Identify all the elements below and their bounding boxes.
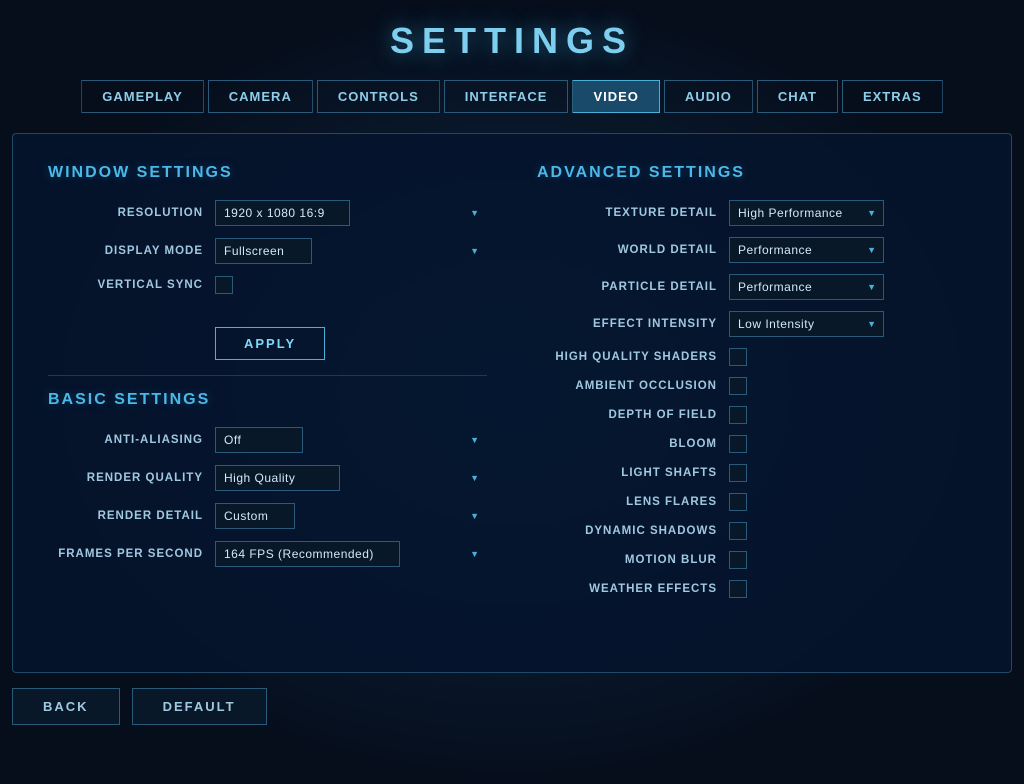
render-detail-dropdown-wrapper: Custom High Medium Low	[215, 503, 487, 529]
tab-chat[interactable]: CHAT	[757, 80, 838, 113]
motion-blur-row: MOTION BLUR	[537, 551, 976, 569]
tab-gameplay[interactable]: GAMEPLAY	[81, 80, 203, 113]
display-mode-dropdown-wrapper: Fullscreen Windowed Borderless	[215, 238, 487, 264]
depth-of-field-checkbox[interactable]	[729, 406, 747, 424]
weather-effects-row: WEATHER EFFECTS	[537, 580, 976, 598]
bloom-label: BLOOM	[537, 438, 717, 450]
anti-aliasing-label: ANTI-ALIASING	[48, 434, 203, 446]
vsync-label: VERTICAL SYNC	[48, 279, 203, 291]
lens-flares-checkbox[interactable]	[729, 493, 747, 511]
light-shafts-checkbox[interactable]	[729, 464, 747, 482]
display-mode-label: DISPLAY MODE	[48, 245, 203, 257]
world-detail-row: WORLD DETAIL Performance High Medium Low	[537, 237, 976, 263]
tab-interface[interactable]: INTERFACE	[444, 80, 569, 113]
window-settings-grid: RESOLUTION 1920 x 1080 16:9 1280 x 720 1…	[48, 200, 487, 294]
tab-video[interactable]: VIDEO	[572, 80, 659, 113]
divider	[48, 375, 487, 376]
world-detail-dropdown-wrapper: Performance High Medium Low	[729, 237, 884, 263]
lens-flares-row: LENS FLARES	[537, 493, 976, 511]
tab-extras[interactable]: EXTRAS	[842, 80, 943, 113]
effect-intensity-select[interactable]: Low Intensity Medium Intensity High Inte…	[729, 311, 884, 337]
resolution-dropdown-wrapper: 1920 x 1080 16:9 1280 x 720 16:9 2560 x …	[215, 200, 487, 226]
lens-flares-label: LENS FLARES	[537, 496, 717, 508]
depth-of-field-label: DEPTH OF FIELD	[537, 409, 717, 421]
texture-detail-dropdown-wrapper: High Performance High Medium Low	[729, 200, 884, 226]
apply-button[interactable]: APPLY	[215, 327, 325, 360]
display-mode-select[interactable]: Fullscreen Windowed Borderless	[215, 238, 312, 264]
texture-detail-select[interactable]: High Performance High Medium Low	[729, 200, 884, 226]
anti-aliasing-dropdown-wrapper: Off FXAA MSAA 2x MSAA 4x	[215, 427, 487, 453]
resolution-select[interactable]: 1920 x 1080 16:9 1280 x 720 16:9 2560 x …	[215, 200, 350, 226]
bloom-row: BLOOM	[537, 435, 976, 453]
advanced-settings-title: ADVANCED SETTINGS	[537, 164, 976, 182]
dynamic-shadows-checkbox[interactable]	[729, 522, 747, 540]
basic-settings-title: BASIC SETTINGS	[48, 391, 487, 409]
fps-label: FRAMES PER SECOND	[48, 548, 203, 560]
window-settings-title: WINDOW SETTINGS	[48, 164, 487, 182]
advanced-settings-grid: TEXTURE DETAIL High Performance High Med…	[537, 200, 976, 598]
tab-camera[interactable]: CAMERA	[208, 80, 313, 113]
render-detail-select[interactable]: Custom High Medium Low	[215, 503, 295, 529]
display-mode-row: DISPLAY MODE Fullscreen Windowed Borderl…	[48, 238, 487, 264]
back-button[interactable]: BACK	[12, 688, 120, 725]
weather-effects-label: WEATHER EFFECTS	[537, 583, 717, 595]
basic-settings-grid: ANTI-ALIASING Off FXAA MSAA 2x MSAA 4x R…	[48, 427, 487, 567]
ambient-occlusion-row: AMBIENT OCCLUSION	[537, 377, 976, 395]
dynamic-shadows-label: DYNAMIC SHADOWS	[537, 525, 717, 537]
default-button[interactable]: DEFAULT	[132, 688, 267, 725]
dynamic-shadows-row: DYNAMIC SHADOWS	[537, 522, 976, 540]
render-quality-select[interactable]: High Quality Medium Quality Low Quality	[215, 465, 340, 491]
left-panel: WINDOW SETTINGS RESOLUTION 1920 x 1080 1…	[48, 164, 487, 647]
high-quality-shaders-label: HIGH QUALITY SHADERS	[537, 351, 717, 363]
right-panel: ADVANCED SETTINGS TEXTURE DETAIL High Pe…	[537, 164, 976, 647]
anti-aliasing-row: ANTI-ALIASING Off FXAA MSAA 2x MSAA 4x	[48, 427, 487, 453]
render-quality-label: RENDER QUALITY	[48, 472, 203, 484]
bottom-bar: BACK DEFAULT	[12, 673, 1012, 730]
high-quality-shaders-row: HIGH QUALITY SHADERS	[537, 348, 976, 366]
tabs-bar: GAMEPLAY CAMERA CONTROLS INTERFACE VIDEO…	[12, 80, 1012, 113]
depth-of-field-row: DEPTH OF FIELD	[537, 406, 976, 424]
resolution-row: RESOLUTION 1920 x 1080 16:9 1280 x 720 1…	[48, 200, 487, 226]
particle-detail-select[interactable]: Performance High Medium Low	[729, 274, 884, 300]
vsync-checkbox[interactable]	[215, 276, 233, 294]
render-quality-dropdown-wrapper: High Quality Medium Quality Low Quality	[215, 465, 487, 491]
vsync-row: VERTICAL SYNC	[48, 276, 487, 294]
fps-select[interactable]: 164 FPS (Recommended) 60 FPS 120 FPS Unl…	[215, 541, 400, 567]
fps-dropdown-wrapper: 164 FPS (Recommended) 60 FPS 120 FPS Unl…	[215, 541, 487, 567]
effect-intensity-dropdown-wrapper: Low Intensity Medium Intensity High Inte…	[729, 311, 884, 337]
particle-detail-label: PARTICLE DETAIL	[537, 281, 717, 293]
render-detail-row: RENDER DETAIL Custom High Medium Low	[48, 503, 487, 529]
texture-detail-label: TEXTURE DETAIL	[537, 207, 717, 219]
particle-detail-row: PARTICLE DETAIL Performance High Medium …	[537, 274, 976, 300]
ambient-occlusion-label: AMBIENT OCCLUSION	[537, 380, 717, 392]
high-quality-shaders-checkbox[interactable]	[729, 348, 747, 366]
content-area: WINDOW SETTINGS RESOLUTION 1920 x 1080 1…	[12, 133, 1012, 673]
tab-controls[interactable]: CONTROLS	[317, 80, 440, 113]
page-title: SETTINGS	[12, 20, 1012, 62]
motion-blur-checkbox[interactable]	[729, 551, 747, 569]
fps-row: FRAMES PER SECOND 164 FPS (Recommended) …	[48, 541, 487, 567]
weather-effects-checkbox[interactable]	[729, 580, 747, 598]
particle-detail-dropdown-wrapper: Performance High Medium Low	[729, 274, 884, 300]
world-detail-select[interactable]: Performance High Medium Low	[729, 237, 884, 263]
motion-blur-label: MOTION BLUR	[537, 554, 717, 566]
render-detail-label: RENDER DETAIL	[48, 510, 203, 522]
effect-intensity-label: EFFECT INTENSITY	[537, 318, 717, 330]
tab-audio[interactable]: AUDIO	[664, 80, 753, 113]
light-shafts-label: LIGHT SHAFTS	[537, 467, 717, 479]
texture-detail-row: TEXTURE DETAIL High Performance High Med…	[537, 200, 976, 226]
bloom-checkbox[interactable]	[729, 435, 747, 453]
world-detail-label: WORLD DETAIL	[537, 244, 717, 256]
effect-intensity-row: EFFECT INTENSITY Low Intensity Medium In…	[537, 311, 976, 337]
resolution-label: RESOLUTION	[48, 207, 203, 219]
render-quality-row: RENDER QUALITY High Quality Medium Quali…	[48, 465, 487, 491]
anti-aliasing-select[interactable]: Off FXAA MSAA 2x MSAA 4x	[215, 427, 303, 453]
light-shafts-row: LIGHT SHAFTS	[537, 464, 976, 482]
ambient-occlusion-checkbox[interactable]	[729, 377, 747, 395]
